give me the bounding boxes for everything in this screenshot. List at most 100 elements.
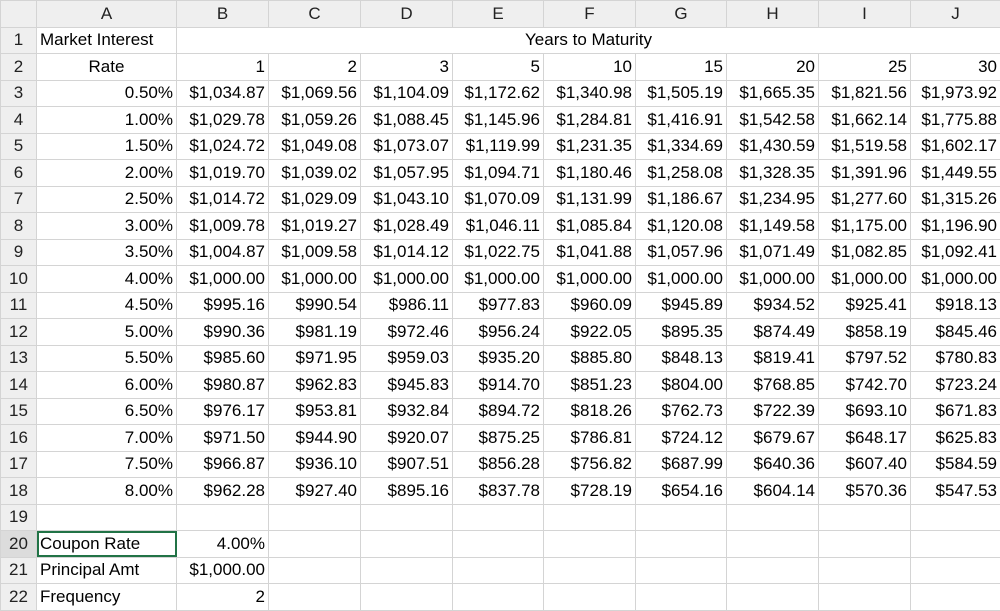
price-cell[interactable]: $648.17 (819, 425, 911, 452)
price-cell[interactable]: $935.20 (453, 345, 544, 372)
empty-cell[interactable] (361, 504, 453, 531)
row-header[interactable]: 21 (1, 557, 37, 584)
price-cell[interactable]: $768.85 (727, 372, 819, 399)
rate-cell[interactable]: 5.00% (37, 319, 177, 346)
price-cell[interactable]: $1,029.78 (177, 107, 269, 134)
row-header[interactable]: 12 (1, 319, 37, 346)
price-cell[interactable]: $1,000.00 (636, 266, 727, 293)
price-cell[interactable]: $1,119.99 (453, 133, 544, 160)
empty-cell[interactable] (727, 531, 819, 558)
price-cell[interactable]: $1,231.35 (544, 133, 636, 160)
rate-cell[interactable]: 6.50% (37, 398, 177, 425)
rate-cell[interactable]: 2.50% (37, 186, 177, 213)
price-cell[interactable]: $1,172.62 (453, 80, 544, 107)
row-header[interactable]: 1 (1, 27, 37, 54)
price-cell[interactable]: $1,391.96 (819, 160, 911, 187)
select-all-corner[interactable] (1, 1, 37, 28)
empty-cell[interactable] (911, 531, 1000, 558)
price-cell[interactable]: $945.89 (636, 292, 727, 319)
price-cell[interactable]: $728.19 (544, 478, 636, 505)
rate-cell[interactable]: 2.00% (37, 160, 177, 187)
price-cell[interactable]: $1,049.08 (269, 133, 361, 160)
column-header[interactable]: I (819, 1, 911, 28)
price-cell[interactable]: $722.39 (727, 398, 819, 425)
price-cell[interactable]: $640.36 (727, 451, 819, 478)
price-cell[interactable]: $786.81 (544, 425, 636, 452)
price-cell[interactable]: $837.78 (453, 478, 544, 505)
price-cell[interactable]: $895.16 (361, 478, 453, 505)
empty-cell[interactable] (37, 504, 177, 531)
price-cell[interactable]: $804.00 (636, 372, 727, 399)
row-header[interactable]: 15 (1, 398, 37, 425)
empty-cell[interactable] (453, 557, 544, 584)
empty-cell[interactable] (361, 557, 453, 584)
price-cell[interactable]: $1,000.00 (269, 266, 361, 293)
price-cell[interactable]: $1,542.58 (727, 107, 819, 134)
input-value-cell[interactable]: $1,000.00 (177, 557, 269, 584)
price-cell[interactable]: $1,057.95 (361, 160, 453, 187)
price-cell[interactable]: $990.36 (177, 319, 269, 346)
rate-cell[interactable]: 4.00% (37, 266, 177, 293)
empty-cell[interactable] (636, 504, 727, 531)
price-cell[interactable]: $922.05 (544, 319, 636, 346)
price-cell[interactable]: $1,014.12 (361, 239, 453, 266)
price-cell[interactable]: $936.10 (269, 451, 361, 478)
price-cell[interactable]: $1,092.41 (911, 239, 1000, 266)
price-cell[interactable]: $962.28 (177, 478, 269, 505)
price-cell[interactable]: $693.10 (819, 398, 911, 425)
rate-cell[interactable]: 1.50% (37, 133, 177, 160)
price-cell[interactable]: $966.87 (177, 451, 269, 478)
price-cell[interactable]: $742.70 (819, 372, 911, 399)
rate-cell[interactable]: 8.00% (37, 478, 177, 505)
price-cell[interactable]: $1,665.35 (727, 80, 819, 107)
price-cell[interactable]: $986.11 (361, 292, 453, 319)
price-cell[interactable]: $1,034.87 (177, 80, 269, 107)
price-cell[interactable]: $907.51 (361, 451, 453, 478)
price-cell[interactable]: $1,085.84 (544, 213, 636, 240)
price-cell[interactable]: $934.52 (727, 292, 819, 319)
price-cell[interactable]: $976.17 (177, 398, 269, 425)
input-value-cell[interactable]: 2 (177, 584, 269, 611)
empty-cell[interactable] (727, 584, 819, 611)
price-cell[interactable]: $1,505.19 (636, 80, 727, 107)
price-cell[interactable]: $932.84 (361, 398, 453, 425)
price-cell[interactable]: $1,149.58 (727, 213, 819, 240)
price-cell[interactable]: $858.19 (819, 319, 911, 346)
rate-cell[interactable]: 4.50% (37, 292, 177, 319)
empty-cell[interactable] (636, 557, 727, 584)
empty-cell[interactable] (453, 584, 544, 611)
row-header[interactable]: 14 (1, 372, 37, 399)
price-cell[interactable]: $914.70 (453, 372, 544, 399)
price-cell[interactable]: $1,000.00 (361, 266, 453, 293)
price-cell[interactable]: $1,004.87 (177, 239, 269, 266)
empty-cell[interactable] (911, 557, 1000, 584)
empty-cell[interactable] (269, 557, 361, 584)
price-cell[interactable]: $895.35 (636, 319, 727, 346)
price-cell[interactable]: $953.81 (269, 398, 361, 425)
price-cell[interactable]: $1,145.96 (453, 107, 544, 134)
price-cell[interactable]: $1,039.02 (269, 160, 361, 187)
rate-cell[interactable]: 0.50% (37, 80, 177, 107)
price-cell[interactable]: $723.24 (911, 372, 1000, 399)
empty-cell[interactable] (819, 557, 911, 584)
market-interest-label-cell[interactable]: Market Interest (37, 27, 177, 54)
row-header[interactable]: 22 (1, 584, 37, 611)
price-cell[interactable]: $1,046.11 (453, 213, 544, 240)
price-cell[interactable]: $959.03 (361, 345, 453, 372)
price-cell[interactable]: $1,009.58 (269, 239, 361, 266)
price-cell[interactable]: $1,284.81 (544, 107, 636, 134)
column-header[interactable]: A (37, 1, 177, 28)
rate-cell[interactable]: 3.50% (37, 239, 177, 266)
price-cell[interactable]: $971.95 (269, 345, 361, 372)
price-cell[interactable]: $981.19 (269, 319, 361, 346)
column-header[interactable]: H (727, 1, 819, 28)
rate-cell[interactable]: 3.00% (37, 213, 177, 240)
price-cell[interactable]: $1,196.90 (911, 213, 1000, 240)
empty-cell[interactable] (177, 504, 269, 531)
empty-cell[interactable] (636, 584, 727, 611)
rate-label-cell[interactable]: Rate (37, 54, 177, 81)
price-cell[interactable]: $1,094.71 (453, 160, 544, 187)
price-cell[interactable]: $1,082.85 (819, 239, 911, 266)
input-label-cell[interactable]: Coupon Rate (37, 531, 177, 558)
column-header[interactable]: E (453, 1, 544, 28)
